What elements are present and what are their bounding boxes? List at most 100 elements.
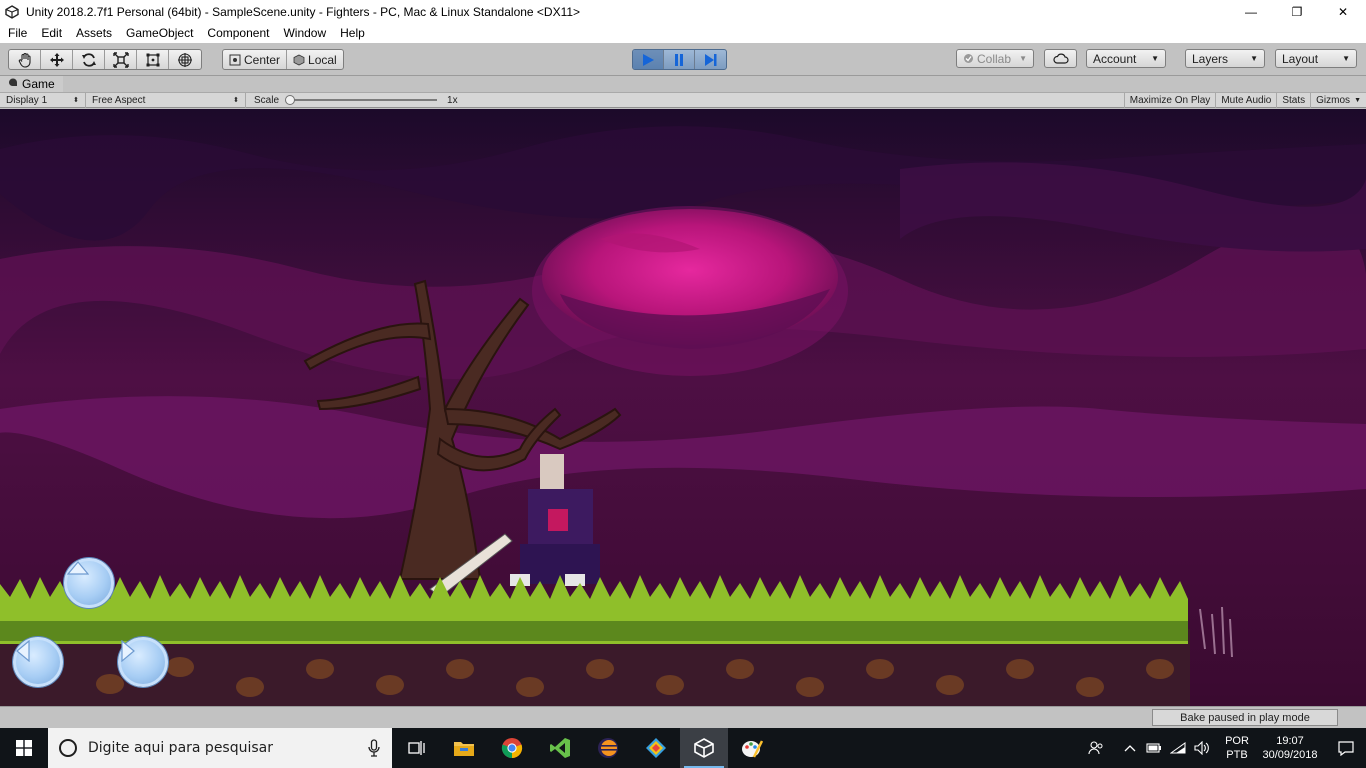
account-dropdown[interactable]: Account ▼	[1086, 49, 1166, 68]
menu-gameobject[interactable]: GameObject	[119, 23, 200, 43]
chevron-up-icon[interactable]	[1118, 728, 1142, 768]
menu-file[interactable]: File	[0, 23, 34, 43]
pivot-center-button[interactable]: Center	[223, 50, 288, 69]
layout-dropdown[interactable]: Layout ▼	[1275, 49, 1357, 68]
chevron-down-icon: ▼	[1342, 54, 1350, 63]
hand-icon[interactable]	[9, 50, 41, 69]
close-button[interactable]: ✕	[1320, 0, 1366, 23]
unity-logo-icon	[4, 4, 20, 20]
pause-button[interactable]	[664, 50, 695, 69]
arrow-right-icon	[121, 640, 135, 662]
rect-icon[interactable]	[137, 50, 169, 69]
microphone-icon[interactable]	[368, 739, 380, 757]
aspect-label: Free Aspect	[92, 94, 146, 106]
layers-label: Layers	[1192, 51, 1229, 66]
chevron-down-icon: ▼	[1019, 54, 1027, 63]
cloud-button[interactable]	[1044, 49, 1077, 68]
unity-icon[interactable]	[680, 728, 728, 768]
maximize-button[interactable]: ❐	[1274, 0, 1320, 23]
play-icon	[643, 53, 654, 66]
chevron-updown-icon: ⬍	[233, 97, 239, 104]
scale-value: 1x	[447, 94, 458, 106]
rotate-icon[interactable]	[73, 50, 105, 69]
pivot-center-label: Center	[244, 52, 281, 67]
menu-assets[interactable]: Assets	[69, 23, 119, 43]
check-circle-icon	[964, 54, 973, 63]
layout-label: Layout	[1282, 51, 1319, 66]
menu-edit[interactable]: Edit	[34, 23, 69, 43]
clock-time: 19:07	[1276, 735, 1304, 747]
move-left-button[interactable]	[13, 637, 63, 687]
people-icon[interactable]	[1084, 728, 1108, 768]
cube-icon	[293, 54, 305, 65]
gizmos-label: Gizmos	[1316, 95, 1351, 106]
clock[interactable]: 19:07 30/09/2018	[1254, 734, 1326, 762]
pivot-local-label: Local	[308, 52, 337, 67]
scale-control: Scale 1x	[246, 95, 458, 106]
menu-bar: File Edit Assets GameObject Component Wi…	[0, 23, 1366, 43]
game-controller-icon	[8, 78, 18, 90]
visual-studio-icon[interactable]	[536, 728, 584, 768]
language-indicator[interactable]: POR PTB	[1220, 734, 1254, 762]
pivot-local-button[interactable]: Local	[287, 50, 343, 69]
chrome-icon[interactable]	[488, 728, 536, 768]
cloud-icon	[1052, 53, 1069, 64]
collab-label: Collab	[977, 51, 1012, 66]
jump-button[interactable]	[64, 558, 114, 608]
ground	[0, 575, 1233, 706]
tab-game[interactable]: Game	[0, 76, 63, 92]
git-icon[interactable]	[632, 728, 680, 768]
gizmos-dropdown[interactable]: Gizmos ▼	[1310, 93, 1366, 108]
volume-icon[interactable]	[1190, 728, 1214, 768]
transform-tools	[8, 49, 202, 70]
aspect-dropdown[interactable]: Free Aspect ⬍	[86, 92, 246, 108]
step-button[interactable]	[695, 50, 726, 69]
tab-game-label: Game	[22, 77, 55, 91]
status-bar: Bake paused in play mode	[0, 706, 1366, 728]
eclipse-icon[interactable]	[584, 728, 632, 768]
wifi-icon[interactable]	[1166, 728, 1190, 768]
task-view-icon[interactable]	[392, 728, 440, 768]
mute-audio-toggle[interactable]: Mute Audio	[1215, 93, 1276, 108]
file-explorer-icon[interactable]	[440, 728, 488, 768]
paint-icon[interactable]	[728, 728, 776, 768]
game-view-toolbar: Display 1 ⬍ Free Aspect ⬍ Scale 1x Maxim…	[0, 92, 1366, 108]
scale-slider[interactable]	[285, 95, 438, 105]
scale-icon[interactable]	[105, 50, 137, 69]
pause-icon	[675, 53, 683, 66]
move-icon[interactable]	[41, 50, 73, 69]
maximize-on-play-toggle[interactable]: Maximize On Play	[1123, 93, 1216, 108]
battery-icon[interactable]	[1142, 728, 1166, 768]
game-scene	[0, 109, 1366, 706]
center-icon	[229, 54, 241, 65]
language-line2: PTB	[1226, 749, 1248, 761]
pivot-toggles: Center Local	[222, 49, 344, 70]
bake-status: Bake paused in play mode	[1152, 709, 1338, 726]
system-tray: POR PTB 19:07 30/09/2018	[1084, 728, 1366, 768]
chevron-down-icon: ▼	[1250, 54, 1258, 63]
chevron-down-icon: ▼	[1354, 97, 1361, 104]
play-button[interactable]	[633, 50, 664, 69]
move-right-button[interactable]	[118, 637, 168, 687]
menu-help[interactable]: Help	[333, 23, 372, 43]
step-icon	[704, 53, 716, 66]
scale-slider-handle[interactable]	[285, 95, 296, 105]
playmode-controls	[632, 49, 727, 70]
start-button[interactable]	[0, 728, 48, 768]
menu-window[interactable]: Window	[276, 23, 333, 43]
clock-date: 30/09/2018	[1262, 749, 1318, 761]
transform-icon[interactable]	[169, 50, 201, 69]
layers-dropdown[interactable]: Layers ▼	[1185, 49, 1265, 68]
search-placeholder: Digite aqui para pesquisar	[88, 740, 274, 756]
menu-component[interactable]: Component	[200, 23, 276, 43]
notification-center-icon[interactable]	[1326, 728, 1366, 768]
collab-dropdown[interactable]: Collab ▼	[956, 49, 1034, 68]
game-view[interactable]	[0, 109, 1366, 706]
taskbar-search[interactable]: Digite aqui para pesquisar	[48, 728, 392, 768]
minimize-button[interactable]: —	[1228, 0, 1274, 23]
cortana-icon	[59, 739, 77, 757]
stats-toggle[interactable]: Stats	[1276, 93, 1310, 108]
display-dropdown[interactable]: Display 1 ⬍	[0, 92, 86, 108]
window-title: Unity 2018.2.7f1 Personal (64bit) - Samp…	[26, 4, 581, 19]
windows-logo-icon	[16, 740, 32, 756]
